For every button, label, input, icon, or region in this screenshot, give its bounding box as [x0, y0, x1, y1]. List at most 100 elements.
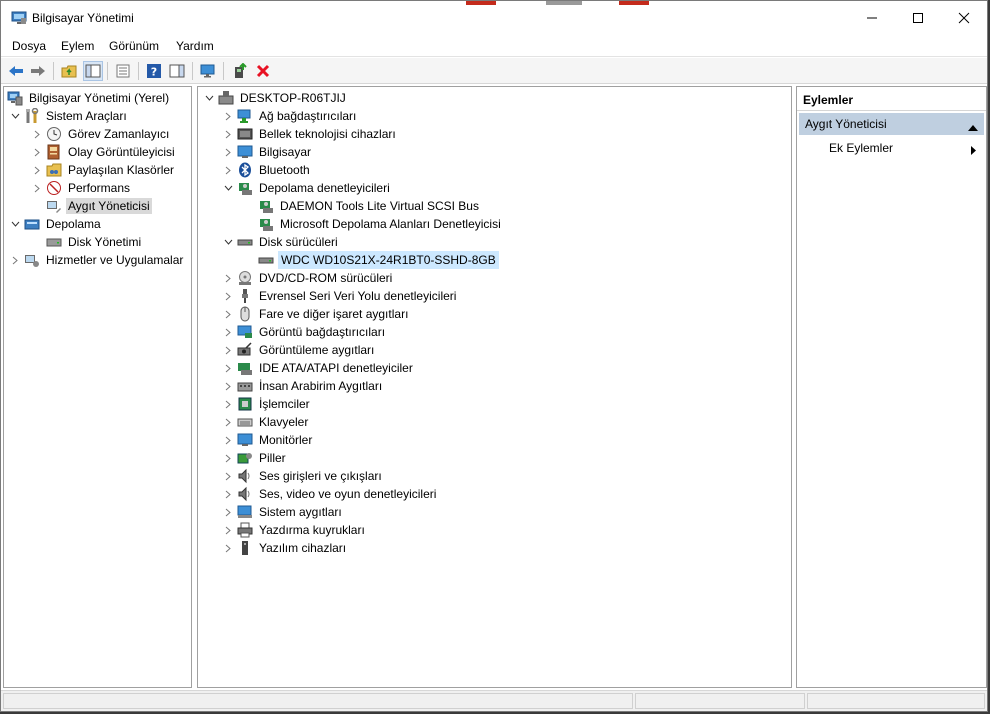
chevron-right-icon[interactable] — [222, 146, 234, 158]
chevron-right-icon[interactable] — [222, 524, 234, 536]
device-item-daemon-scsi[interactable]: DAEMON Tools Lite Virtual SCSI Bus — [258, 197, 481, 215]
export-list-button[interactable] — [113, 61, 133, 81]
show-hide-console-tree-button[interactable] — [83, 61, 103, 81]
device-category-ide[interactable]: IDE ATA/ATAPI denetleyiciler — [222, 359, 415, 377]
chevron-right-icon[interactable] — [222, 416, 234, 428]
network-adapter-icon — [237, 108, 253, 124]
device-item-wdc-disk[interactable]: WDC WD10S21X-24R1BT0-SSHD-8GB — [258, 251, 499, 269]
chevron-right-icon[interactable] — [222, 362, 234, 374]
chevron-right-icon[interactable] — [31, 128, 43, 140]
device-category-batteries[interactable]: Piller — [222, 449, 288, 467]
device-category-label: Klavyeler — [259, 415, 309, 429]
list-icon — [116, 64, 130, 78]
chevron-right-icon[interactable] — [222, 452, 234, 464]
chevron-right-icon[interactable] — [222, 110, 234, 122]
chevron-down-icon[interactable] — [203, 92, 215, 104]
printer-icon — [237, 522, 253, 538]
device-category-sound-video[interactable]: Ses, video ve oyun denetleyicileri — [222, 485, 438, 503]
chevron-down-icon[interactable] — [9, 110, 21, 122]
chevron-right-icon[interactable] — [222, 326, 234, 338]
device-root[interactable]: DESKTOP-R06TJIJ — [203, 89, 348, 107]
chevron-right-icon[interactable] — [222, 434, 234, 446]
close-button[interactable] — [941, 1, 987, 35]
device-category-network[interactable]: Ağ bağdaştırıcıları — [222, 107, 358, 125]
forward-arrow-icon — [31, 66, 45, 76]
chevron-right-icon[interactable] — [222, 470, 234, 482]
forward-button[interactable] — [28, 61, 48, 81]
submenu-arrow-icon[interactable] — [971, 144, 976, 158]
chevron-right-icon[interactable] — [222, 542, 234, 554]
device-category-keyboards[interactable]: Klavyeler — [222, 413, 310, 431]
tree-root-label: Bilgisayar Yönetimi (Yerel) — [29, 91, 170, 105]
device-category-monitors[interactable]: Monitörler — [222, 431, 314, 449]
chevron-right-icon[interactable] — [222, 506, 234, 518]
device-category-print-queues[interactable]: Yazdırma kuyrukları — [222, 521, 367, 539]
chevron-right-icon[interactable] — [222, 380, 234, 392]
chevron-right-icon[interactable] — [222, 272, 234, 284]
device-category-processors[interactable]: İşlemciler — [222, 395, 312, 413]
device-item-storage-spaces[interactable]: Microsoft Depolama Alanları Denetleyicis… — [258, 215, 503, 233]
device-category-storage-controllers[interactable]: Depolama denetleyicileri — [222, 179, 392, 197]
chevron-right-icon[interactable] — [222, 398, 234, 410]
device-category-audio-io[interactable]: Ses girişleri ve çıkışları — [222, 467, 384, 485]
chevron-right-icon[interactable] — [31, 164, 43, 176]
menu-help[interactable]: Yardım — [176, 39, 214, 53]
device-category-imaging[interactable]: Görüntüleme aygıtları — [222, 341, 376, 359]
device-category-disk-drives[interactable]: Disk sürücüleri — [222, 233, 340, 251]
chevron-right-icon[interactable] — [222, 308, 234, 320]
collapse-triangle-icon[interactable] — [968, 120, 978, 134]
menu-action[interactable]: Eylem — [61, 39, 94, 53]
chevron-right-icon[interactable] — [31, 146, 43, 158]
chevron-right-icon[interactable] — [9, 254, 21, 266]
tree-item-storage[interactable]: Depolama — [9, 215, 103, 233]
menu-view[interactable]: Görünüm — [109, 39, 159, 53]
device-category-mice[interactable]: Fare ve diğer işaret aygıtları — [222, 305, 410, 323]
more-actions-link[interactable]: Ek Eylemler — [829, 141, 893, 155]
help-button[interactable]: ? — [144, 61, 164, 81]
memory-device-icon — [237, 126, 253, 142]
chevron-right-icon[interactable] — [31, 182, 43, 194]
maximize-button[interactable] — [895, 1, 941, 35]
device-category-hid[interactable]: İnsan Arabirim Aygıtları — [222, 377, 384, 395]
update-driver-button[interactable] — [230, 61, 250, 81]
uninstall-device-button[interactable] — [253, 61, 273, 81]
device-category-software-devices[interactable]: Yazılım cihazları — [222, 539, 348, 557]
tree-item-task-scheduler[interactable]: Görev Zamanlayıcı — [31, 125, 171, 143]
tree-item-performance[interactable]: Performans — [31, 179, 132, 197]
device-category-system-devices[interactable]: Sistem aygıtları — [222, 503, 344, 521]
device-category-display-adapters[interactable]: Görüntü bağdaştırıcıları — [222, 323, 387, 341]
menu-file[interactable]: Dosya — [12, 39, 46, 53]
system-device-icon — [237, 504, 253, 520]
chevron-right-icon[interactable] — [222, 128, 234, 140]
computer-management-icon — [7, 90, 23, 106]
device-category-dvd[interactable]: DVD/CD-ROM sürücüleri — [222, 269, 394, 287]
chevron-right-icon[interactable] — [222, 290, 234, 302]
scan-hardware-button[interactable] — [198, 61, 218, 81]
device-category-bluetooth[interactable]: Bluetooth — [222, 161, 312, 179]
device-category-usb[interactable]: Evrensel Seri Veri Yolu denetleyicileri — [222, 287, 458, 305]
tree-label: Paylaşılan Klasörler — [68, 163, 175, 177]
actions-section-device-manager[interactable]: Aygıt Yöneticisi — [799, 113, 984, 135]
show-action-pane-button[interactable] — [167, 61, 187, 81]
chevron-down-icon[interactable] — [9, 218, 21, 230]
chevron-down-icon[interactable] — [222, 236, 234, 248]
tree-item-event-viewer[interactable]: Olay Görüntüleyicisi — [31, 143, 177, 161]
chevron-down-icon[interactable] — [222, 182, 234, 194]
device-category-computer[interactable]: Bilgisayar — [222, 143, 313, 161]
tree-item-shared-folders[interactable]: Paylaşılan Klasörler — [31, 161, 176, 179]
chevron-right-icon[interactable] — [222, 488, 234, 500]
chevron-right-icon[interactable] — [222, 164, 234, 176]
minimize-button[interactable] — [849, 1, 895, 35]
chevron-right-icon[interactable] — [222, 344, 234, 356]
tree-item-disk-management[interactable]: Disk Yönetimi — [46, 233, 143, 251]
tree-item-system-tools[interactable]: Sistem Araçları — [9, 107, 129, 125]
tree-root[interactable]: Bilgisayar Yönetimi (Yerel) — [7, 89, 171, 107]
device-category-label: Piller — [259, 451, 286, 465]
device-category-memory[interactable]: Bellek teknolojisi cihazları — [222, 125, 398, 143]
tree-item-services-apps[interactable]: Hizmetler ve Uygulamalar — [9, 251, 185, 269]
back-button[interactable] — [6, 61, 26, 81]
device-manager-icon — [46, 198, 62, 214]
tree-item-device-manager[interactable]: Aygıt Yöneticisi — [46, 197, 152, 215]
toolbar-separator — [223, 62, 224, 80]
up-folder-button[interactable] — [59, 61, 79, 81]
